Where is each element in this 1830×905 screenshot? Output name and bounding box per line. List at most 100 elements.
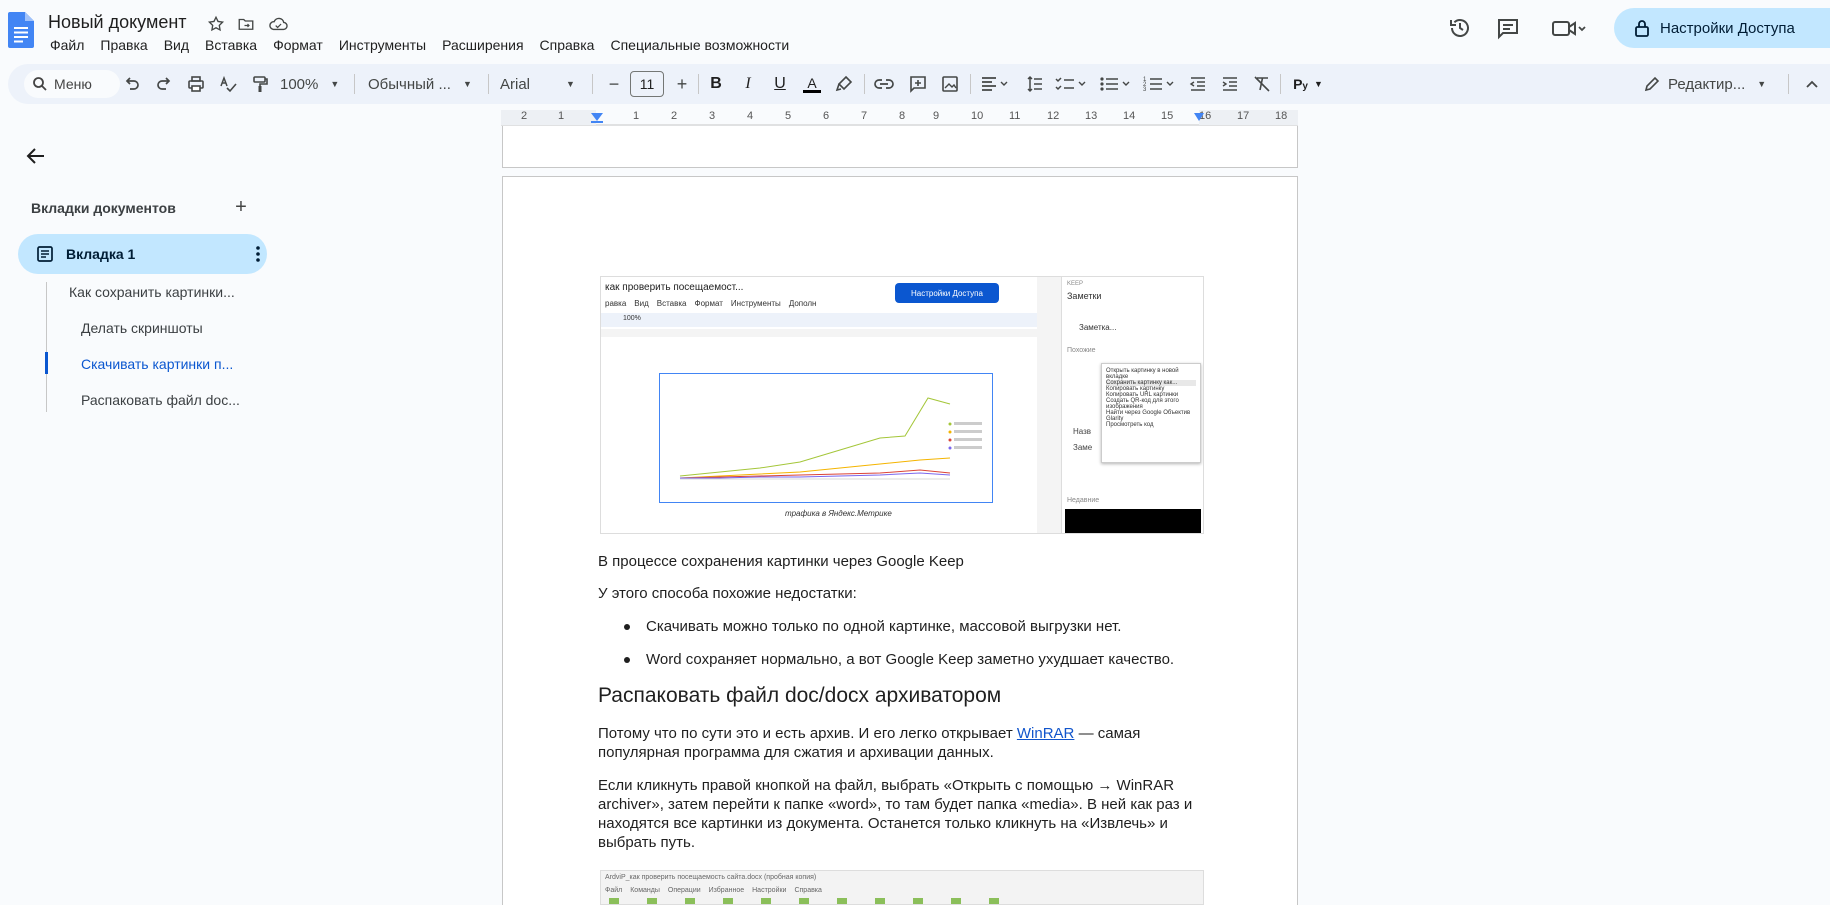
numbered-list-icon[interactable]: 123 xyxy=(1142,72,1178,96)
add-tab-button[interactable]: + xyxy=(230,196,252,218)
version-history-icon[interactable] xyxy=(1446,14,1474,42)
font-value: Arial xyxy=(500,75,531,93)
outline-item-4[interactable]: Распаковать файл doc... xyxy=(81,392,240,408)
separator xyxy=(592,74,593,94)
ruler-number: 15 xyxy=(1161,110,1174,122)
embedded-context-item: Просмотреть код xyxy=(1106,422,1154,428)
font-size-input[interactable]: 11 xyxy=(630,71,664,97)
embedded-keep-similar: Похожие xyxy=(1067,347,1096,354)
paragraph-2-line: выбрать путь. xyxy=(598,834,696,851)
separator xyxy=(970,74,971,94)
increase-indent-icon[interactable] xyxy=(1218,72,1242,96)
paragraph-1-text-end: — самая xyxy=(1074,725,1141,742)
tab-1-label: Вкладка 1 xyxy=(66,246,136,262)
spellcheck-icon[interactable] xyxy=(216,72,240,96)
add-comment-icon[interactable] xyxy=(906,72,930,96)
embedded-menu-item: Вставка xyxy=(656,299,687,308)
underline-icon[interactable]: U xyxy=(768,72,792,96)
paragraph-2[interactable]: Если кликнуть правой кнопкой на файл, вы… xyxy=(598,776,1192,852)
horizontal-ruler[interactable]: 2 1 1 2 3 4 5 6 7 8 9 10 11 12 13 14 15 … xyxy=(501,110,1298,126)
tab-1[interactable]: Вкладка 1 xyxy=(18,234,267,274)
menu-search-input[interactable]: Меню xyxy=(24,70,120,98)
menu-edit[interactable]: Правка xyxy=(92,36,155,54)
embedded-winrar-toolbar xyxy=(609,898,1009,904)
paint-format-icon[interactable] xyxy=(248,72,272,96)
svg-text:3: 3 xyxy=(1143,87,1147,93)
menu-help[interactable]: Справка xyxy=(532,36,603,54)
document-tabs-heading: Вкладки документов xyxy=(31,200,176,216)
more-vert-icon[interactable] xyxy=(246,242,270,266)
menu-insert[interactable]: Вставка xyxy=(197,36,265,54)
font-select[interactable]: Arial ▼ xyxy=(500,72,575,96)
paragraph-1-line-2: популярная программа для сжатия и архива… xyxy=(598,744,994,761)
embedded-menu-item: равка xyxy=(605,299,627,308)
ruler-number: 12 xyxy=(1047,110,1060,122)
embedded-winrar-menu-item: Избранное xyxy=(708,887,745,894)
ruler-number: 11 xyxy=(1009,110,1021,122)
text-color-icon[interactable]: A xyxy=(800,72,824,96)
style-select[interactable]: Обычный ... ▼ xyxy=(368,72,472,96)
embedded-context-menu: Открыть картинку в новой вкладке Сохрани… xyxy=(1101,363,1201,463)
document-title[interactable]: Новый документ xyxy=(48,12,187,33)
cloud-saved-icon[interactable] xyxy=(268,14,288,34)
outline-item-3-active[interactable]: Скачивать картинки п... xyxy=(81,356,233,372)
editing-mode-select[interactable]: Редактир... ▼ xyxy=(1668,72,1766,96)
bulleted-list-icon[interactable] xyxy=(1098,72,1134,96)
bold-icon[interactable]: B xyxy=(704,72,728,96)
star-icon[interactable] xyxy=(206,14,226,34)
zoom-select[interactable]: 100% ▼ xyxy=(280,72,339,96)
paragraph-1[interactable]: Потому что по сути это и есть архив. И е… xyxy=(598,724,1140,762)
comments-icon[interactable] xyxy=(1494,14,1522,42)
paragraph-intro[interactable]: У этого способа похожие недостатки: xyxy=(598,584,857,603)
ruler-number: 2 xyxy=(671,110,678,122)
highlight-color-icon[interactable] xyxy=(832,72,856,96)
winrar-link[interactable]: WinRAR xyxy=(1017,725,1075,742)
previous-page xyxy=(502,126,1298,168)
pencil-icon[interactable] xyxy=(1640,72,1664,96)
section-heading[interactable]: Распаковать файл doc/docx архиватором xyxy=(598,684,1001,708)
paragraph-2-line: находятся все картинки из документа. Ост… xyxy=(598,815,1168,832)
decrease-font-size-button[interactable]: − xyxy=(602,72,626,96)
outline-item-1[interactable]: Как сохранить картинки... xyxy=(69,284,235,300)
bullet-item-2[interactable]: Word сохраняет нормально, а вот Google K… xyxy=(646,650,1174,669)
align-left-icon[interactable] xyxy=(978,72,1012,96)
decrease-indent-icon[interactable] xyxy=(1186,72,1210,96)
increase-font-size-button[interactable]: + xyxy=(670,72,694,96)
embedded-chart-caption: трафика в Яндекс.Метрике xyxy=(785,509,892,518)
ruler-number: 6 xyxy=(823,110,830,122)
left-indent-marker[interactable] xyxy=(590,112,604,124)
italic-icon[interactable]: I xyxy=(736,72,760,96)
embedded-side-icons xyxy=(1037,277,1061,533)
meet-video-icon[interactable] xyxy=(1548,14,1588,42)
line-spacing-icon[interactable] xyxy=(1022,72,1046,96)
bullet-item-1[interactable]: Скачивать можно только по одной картинке… xyxy=(646,617,1121,636)
outline-item-2[interactable]: Делать скриншоты xyxy=(81,320,203,336)
share-button[interactable]: Настройки Доступа xyxy=(1614,8,1830,48)
menu-format[interactable]: Формат xyxy=(265,36,331,54)
redo-icon[interactable] xyxy=(152,72,176,96)
docs-logo-icon[interactable] xyxy=(8,12,34,48)
move-folder-icon[interactable] xyxy=(236,14,256,34)
clear-formatting-icon[interactable] xyxy=(1250,72,1274,96)
editing-mode-value: Редактир... xyxy=(1668,75,1746,93)
menu-extensions[interactable]: Расширения xyxy=(434,36,531,54)
menu-file[interactable]: Файл xyxy=(42,36,92,54)
embedded-menu-item: Дополн xyxy=(788,299,817,308)
undo-icon[interactable] xyxy=(120,72,144,96)
insert-link-icon[interactable] xyxy=(872,72,896,96)
paragraph-2-line: Если кликнуть правой кнопкой на файл, вы… xyxy=(598,777,1175,794)
embedded-screenshot-winrar[interactable]: ArdviP_как проверить посещаемость сайта.… xyxy=(600,870,1204,905)
print-icon[interactable] xyxy=(184,72,208,96)
right-indent-marker[interactable] xyxy=(1193,112,1205,122)
embedded-screenshot-keep[interactable]: как проверить посещаемост... равка Вид В… xyxy=(600,276,1204,534)
insert-image-icon[interactable] xyxy=(938,72,962,96)
image-caption[interactable]: В процессе сохранения картинки через Goo… xyxy=(598,552,964,571)
checklist-icon[interactable] xyxy=(1054,72,1090,96)
menu-accessibility[interactable]: Специальные возможности xyxy=(602,36,797,54)
chevron-up-icon[interactable] xyxy=(1800,72,1824,96)
input-tools-icon[interactable]: Ру ▼ xyxy=(1290,72,1326,96)
menu-tools[interactable]: Инструменты xyxy=(331,36,434,54)
menu-view[interactable]: Вид xyxy=(156,36,197,54)
embedded-keep-new-note: Заметка... xyxy=(1079,323,1117,332)
back-arrow-icon[interactable] xyxy=(24,144,48,168)
